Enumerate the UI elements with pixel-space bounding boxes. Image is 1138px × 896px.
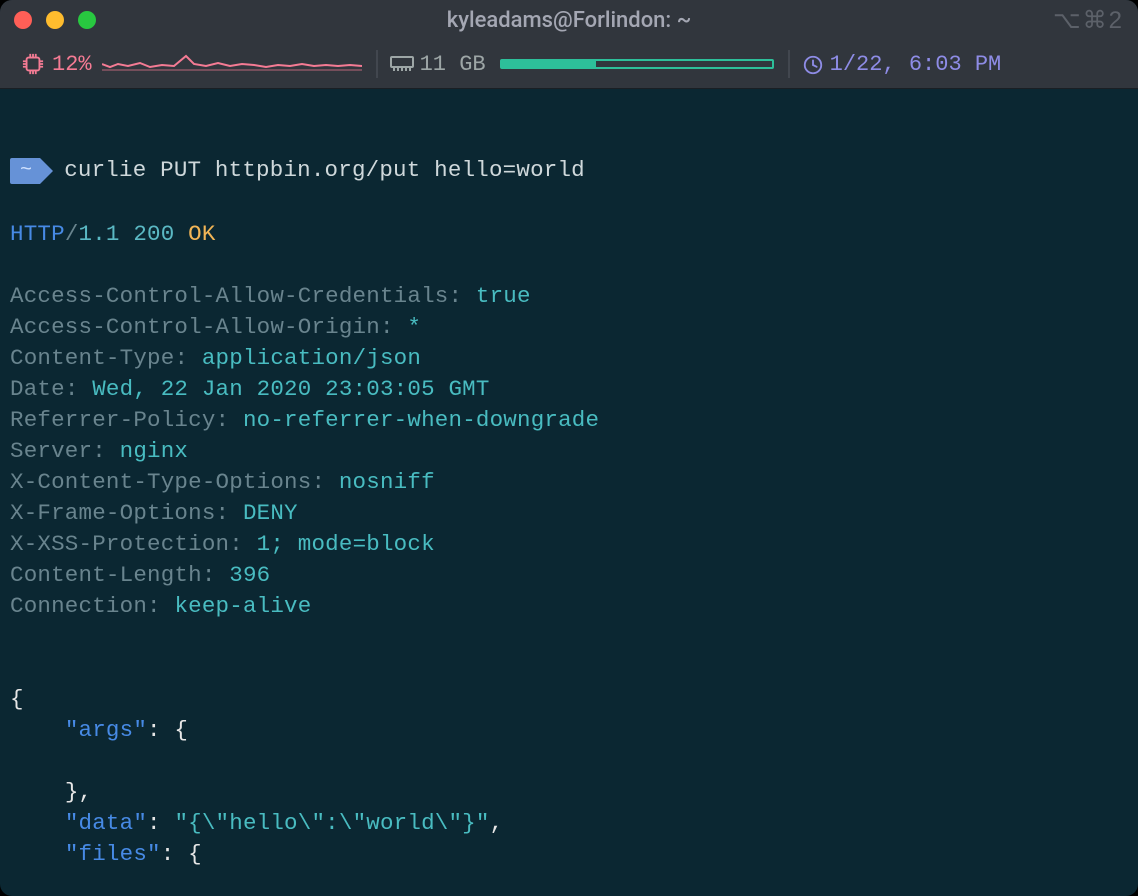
minimize-button[interactable]: [46, 11, 64, 29]
header-name: Access-Control-Allow-Origin: [10, 314, 380, 340]
status-text: OK: [188, 221, 215, 247]
header-name: Server: [10, 438, 92, 464]
header-name: X-XSS-Protection: [10, 531, 229, 557]
header-value: Wed, 22 Jan 2020 23:03:05 GMT: [92, 376, 489, 402]
memory-segment: 11 GB: [376, 40, 788, 88]
header-value: no-referrer-when-downgrade: [243, 407, 599, 433]
header-value: 396: [229, 562, 270, 588]
cpu-segment: 12%: [8, 40, 376, 88]
traffic-lights: [14, 11, 96, 29]
memory-label: 11 GB: [420, 52, 486, 77]
proto-version: 1.1: [79, 221, 120, 247]
proto-scheme: HTTP: [10, 221, 65, 247]
header-name: Access-Control-Allow-Credentials: [10, 283, 448, 309]
header-value: nosniff: [339, 469, 435, 495]
json-key-files: "files": [65, 841, 161, 867]
header-name: Content-Type: [10, 345, 174, 371]
terminal-window: kyleadams@Forlindon: ~ ⌥⌘2 12%: [0, 0, 1138, 896]
header-name: Connection: [10, 593, 147, 619]
memory-bar: [500, 59, 774, 69]
header-value: application/json: [202, 345, 421, 371]
cpu-percent: 12%: [52, 52, 92, 77]
memory-bar-fill: [502, 61, 597, 67]
header-value: nginx: [120, 438, 189, 464]
clock-text: 1/22, 6:03 PM: [830, 52, 1002, 77]
json-key-args: "args": [65, 717, 147, 743]
memory-icon: [390, 55, 412, 73]
window-shortcut-hint: ⌥⌘2: [1053, 6, 1124, 35]
header-value: keep-alive: [174, 593, 311, 619]
titlebar: kyleadams@Forlindon: ~ ⌥⌘2: [0, 0, 1138, 40]
header-value: DENY: [243, 500, 298, 526]
cpu-chip-icon: [22, 53, 44, 75]
headers-block: Access-Control-Allow-Credentials: true A…: [10, 281, 1128, 622]
header-value: true: [476, 283, 531, 309]
terminal-body[interactable]: ~ curlie PUT httpbin.org/put hello=world…: [0, 89, 1138, 896]
json-key-data: "data": [65, 810, 147, 836]
status-line: HTTP/1.1 200 OK: [10, 219, 1128, 250]
clock-icon: [802, 54, 822, 74]
clock-segment: 1/22, 6:03 PM: [788, 40, 1016, 88]
header-name: X-Content-Type-Options: [10, 469, 311, 495]
header-name: Content-Length: [10, 562, 202, 588]
body-block: { "args": { }, "data": "{\"hello\":\"wor…: [10, 653, 1128, 896]
header-value: 1; mode=block: [257, 531, 435, 557]
json-val-data: "{\"hello\":\"world\"}": [174, 810, 489, 836]
command-text: curlie PUT httpbin.org/put hello=world: [64, 155, 585, 186]
header-name: Date: [10, 376, 65, 402]
header-name: Referrer-Policy: [10, 407, 216, 433]
header-value: *: [407, 314, 421, 340]
zoom-button[interactable]: [78, 11, 96, 29]
header-name: X-Frame-Options: [10, 500, 216, 526]
prompt-line: ~ curlie PUT httpbin.org/put hello=world: [10, 155, 1128, 186]
cpu-sparkline: [102, 50, 362, 79]
window-title: kyleadams@Forlindon: ~: [0, 8, 1138, 33]
close-button[interactable]: [14, 11, 32, 29]
status-code: 200: [133, 221, 174, 247]
status-bar: 12% 11 GB: [0, 40, 1138, 89]
prompt-cwd: ~: [10, 158, 40, 184]
